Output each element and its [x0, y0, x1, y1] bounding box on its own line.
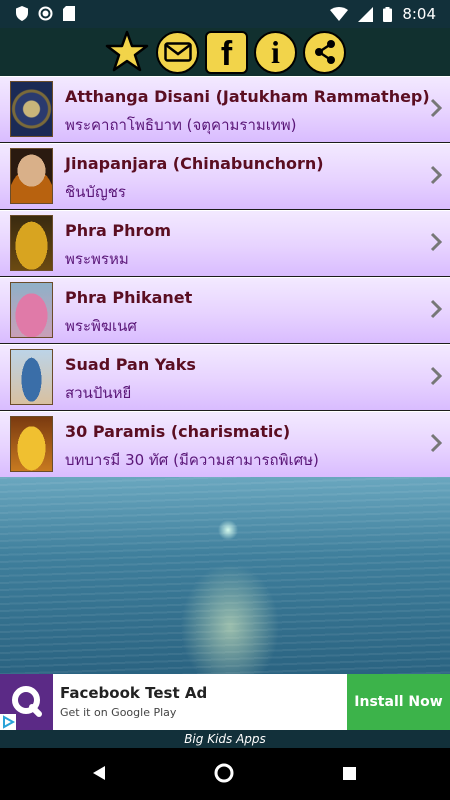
list-item[interactable]: Suad Pan Yaks สวนปันหยี: [0, 344, 450, 411]
chevron-right-icon: [430, 366, 442, 386]
chevron-right-icon: [430, 232, 442, 252]
share-button[interactable]: [303, 30, 346, 74]
mail-icon: [163, 42, 192, 62]
info-icon: i: [271, 34, 280, 70]
ganesha-thumbnail: [10, 282, 53, 338]
email-button[interactable]: [156, 30, 199, 74]
list-item[interactable]: Jinapanjara (Chinabunchorn) ชินบัญชร: [0, 143, 450, 210]
share-icon: [314, 40, 335, 64]
list-item[interactable]: 30 Paramis (charismatic) บทบารมี 30 ทัศ …: [0, 411, 450, 478]
recent-apps-icon[interactable]: [343, 767, 356, 780]
circle-icon: [38, 6, 53, 21]
ad-subtitle: Get it on Google Play: [60, 706, 177, 719]
status-time: 8:04: [402, 5, 436, 23]
back-icon[interactable]: [92, 766, 106, 780]
info-button[interactable]: i: [254, 30, 297, 74]
install-now-button[interactable]: Install Now: [347, 674, 450, 730]
facebook-icon: f: [220, 35, 233, 73]
navigation-bar: [0, 748, 450, 800]
brahma-thumbnail: [10, 215, 53, 271]
amulet-thumbnail: [10, 81, 53, 137]
footer-credit: Big Kids Apps: [0, 730, 450, 748]
battery-icon: [383, 6, 393, 22]
golden-buddha-thumbnail: [10, 416, 53, 472]
chevron-right-icon: [430, 433, 442, 453]
list-item[interactable]: Atthanga Disani (Jatukham Rammathep) พระ…: [0, 76, 450, 143]
toolbar: f i: [0, 28, 450, 76]
wifi-icon: [330, 7, 349, 21]
shield-icon: [16, 6, 28, 21]
sd-card-icon: [63, 6, 75, 21]
ad-title: Facebook Test Ad: [60, 684, 208, 702]
giant-statue-thumbnail: [10, 349, 53, 405]
ad-choices-icon[interactable]: [0, 714, 16, 730]
favorite-button[interactable]: [104, 29, 150, 75]
signal-icon: [358, 6, 374, 22]
facebook-button[interactable]: f: [205, 30, 248, 74]
home-icon[interactable]: [214, 763, 234, 783]
ad-banner[interactable]: Facebook Test Ad Get it on Google Play I…: [0, 674, 450, 730]
chevron-right-icon: [430, 299, 442, 319]
prayer-list: Atthanga Disani (Jatukham Rammathep) พระ…: [0, 76, 450, 478]
star-icon: [105, 30, 149, 72]
list-item[interactable]: Phra Phrom พระพรหม: [0, 210, 450, 277]
ocean-background: [0, 477, 450, 674]
status-bar: 8:04: [0, 0, 450, 28]
monk-thumbnail: [10, 148, 53, 204]
chevron-right-icon: [430, 98, 442, 118]
list-item[interactable]: Phra Phikanet พระพิฆเนศ: [0, 277, 450, 344]
chevron-right-icon: [430, 165, 442, 185]
